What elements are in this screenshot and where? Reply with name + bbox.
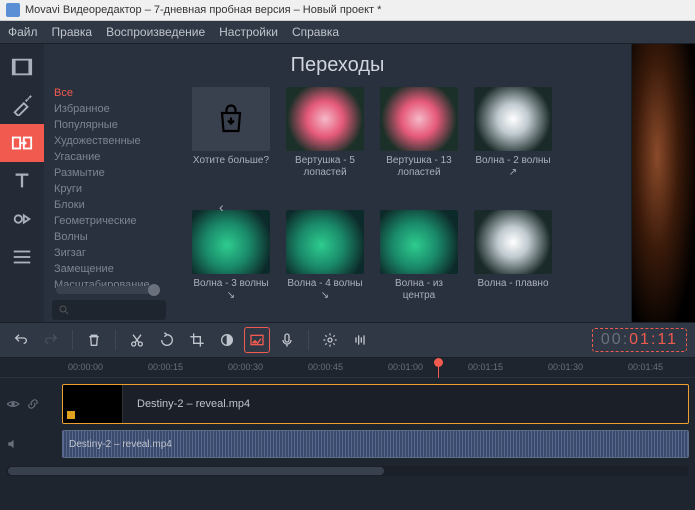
clip-thumbnail [63,385,123,423]
category-item[interactable]: Зигзаг [54,245,166,261]
timeline-scrollbar[interactable] [6,466,689,476]
browser-title: Переходы [44,44,631,83]
ruler-tick: 00:00:45 [308,362,343,372]
audio-clip-label: Destiny-2 – reveal.mp4 [69,439,172,450]
transition-thumb [380,87,458,151]
category-item[interactable]: Популярные [54,117,166,133]
menu-bar: Файл Правка Воспроизведение Настройки Сп… [0,21,695,44]
category-item[interactable]: Замещение [54,261,166,277]
menu-settings[interactable]: Настройки [219,25,278,39]
category-item[interactable]: Избранное [54,101,166,117]
ruler-tick: 00:01:30 [548,362,583,372]
menu-help[interactable]: Справка [292,25,339,39]
ruler-tick: 00:01:15 [468,362,503,372]
transition-thumb [474,210,552,274]
transition-label: Хотите больше? [192,151,270,167]
transition-label: Вертушка - 13 лопастей [380,151,458,179]
cut-button[interactable] [124,327,150,353]
link-icon[interactable] [26,397,40,411]
category-item[interactable]: Художественные [54,133,166,149]
window-title: Movavi Видеоредактор – 7-дневная пробная… [25,4,381,16]
thumbnail-grid: Хотите больше? Вертушка - 5 лопастей Вер… [174,83,631,322]
visibility-icon[interactable] [6,397,20,411]
transition-item[interactable]: Волна - 4 волны ↘ [286,210,364,323]
category-item[interactable]: Геометрические [54,213,166,229]
preview-pane [631,44,695,322]
rotate-button[interactable] [154,327,180,353]
transition-thumb [380,210,458,274]
ruler-tick: 00:00:30 [228,362,263,372]
ruler-tick: 00:01:00 [388,362,423,372]
timeline: Destiny-2 – reveal.mp4 Destiny-2 – revea… [0,378,695,510]
transition-label: Волна - плавно [474,274,552,290]
transition-thumb [286,87,364,151]
audio-clip[interactable]: Destiny-2 – reveal.mp4 [62,430,689,458]
timecode-display: 00:01:11 [592,328,687,352]
video-clip[interactable]: Destiny-2 – reveal.mp4 [62,384,689,424]
transition-item[interactable]: Волна - плавно [474,210,552,323]
timeline-ruler[interactable]: 00:00:00 00:00:15 00:00:30 00:00:45 00:0… [0,358,695,378]
category-item[interactable]: Все [54,85,166,101]
color-adjust-button[interactable] [214,327,240,353]
category-item[interactable]: Размытие [54,165,166,181]
store-icon [192,87,270,151]
left-toolbar [0,44,44,322]
transition-thumb [286,210,364,274]
transition-label: Вертушка - 5 лопастей [286,151,364,179]
stickers-tool[interactable] [0,200,44,238]
transition-item[interactable]: Вертушка - 13 лопастей [380,87,458,200]
category-item[interactable]: Волны [54,229,166,245]
menu-playback[interactable]: Воспроизведение [106,25,205,39]
transition-item[interactable]: Волна - 2 волны ↗ [474,87,552,200]
titles-tool[interactable] [0,162,44,200]
transition-label: Волна - из центра [380,274,458,302]
app-icon [6,3,20,17]
content-browser: Переходы ‹ Все Избранное Популярные Худо… [44,44,631,322]
transition-label: Волна - 3 волны ↘ [192,274,270,302]
category-list: Все Избранное Популярные Художественные … [44,83,174,322]
more-tool[interactable] [0,238,44,276]
thumbnail-size-slider[interactable] [56,286,154,294]
filters-tool[interactable] [0,86,44,124]
category-item[interactable]: Блоки [54,197,166,213]
record-audio-button[interactable] [274,327,300,353]
transition-wizard-button[interactable] [317,327,343,353]
mute-icon[interactable] [6,437,20,451]
transition-item[interactable]: Волна - из центра [380,210,458,323]
transition-label: Волна - 2 волны ↗ [474,151,552,179]
window-titlebar: Movavi Видеоредактор – 7-дневная пробная… [0,0,695,21]
transition-item[interactable]: Вертушка - 5 лопастей [286,87,364,200]
media-tool[interactable] [0,48,44,86]
crop-button[interactable] [184,327,210,353]
menu-edit[interactable]: Правка [52,25,93,39]
audio-settings-button[interactable] [347,327,373,353]
clip-properties-button[interactable] [244,327,270,353]
ruler-tick: 00:00:15 [148,362,183,372]
category-search[interactable] [52,300,166,320]
transition-item[interactable]: Хотите больше? [192,87,270,200]
category-item[interactable]: Угасание [54,149,166,165]
ruler-tick: 00:00:00 [68,362,103,372]
timeline-toolbar: 00:01:11 [0,322,695,358]
audio-track: Destiny-2 – reveal.mp4 [6,430,689,458]
transition-thumb [474,87,552,151]
ruler-tick: 00:01:45 [628,362,663,372]
video-track: Destiny-2 – reveal.mp4 [6,384,689,424]
transition-item[interactable]: Волна - 3 волны ↘ [192,210,270,323]
transition-label: Волна - 4 волны ↘ [286,274,364,302]
clip-label: Destiny-2 – reveal.mp4 [123,398,250,410]
redo-button[interactable] [38,327,64,353]
menu-file[interactable]: Файл [8,25,38,39]
transition-thumb [192,210,270,274]
category-item[interactable]: Круги [54,181,166,197]
delete-button[interactable] [81,327,107,353]
transitions-tool[interactable] [0,124,44,162]
undo-button[interactable] [8,327,34,353]
collapse-sidebar-icon[interactable]: ‹ [219,199,224,215]
